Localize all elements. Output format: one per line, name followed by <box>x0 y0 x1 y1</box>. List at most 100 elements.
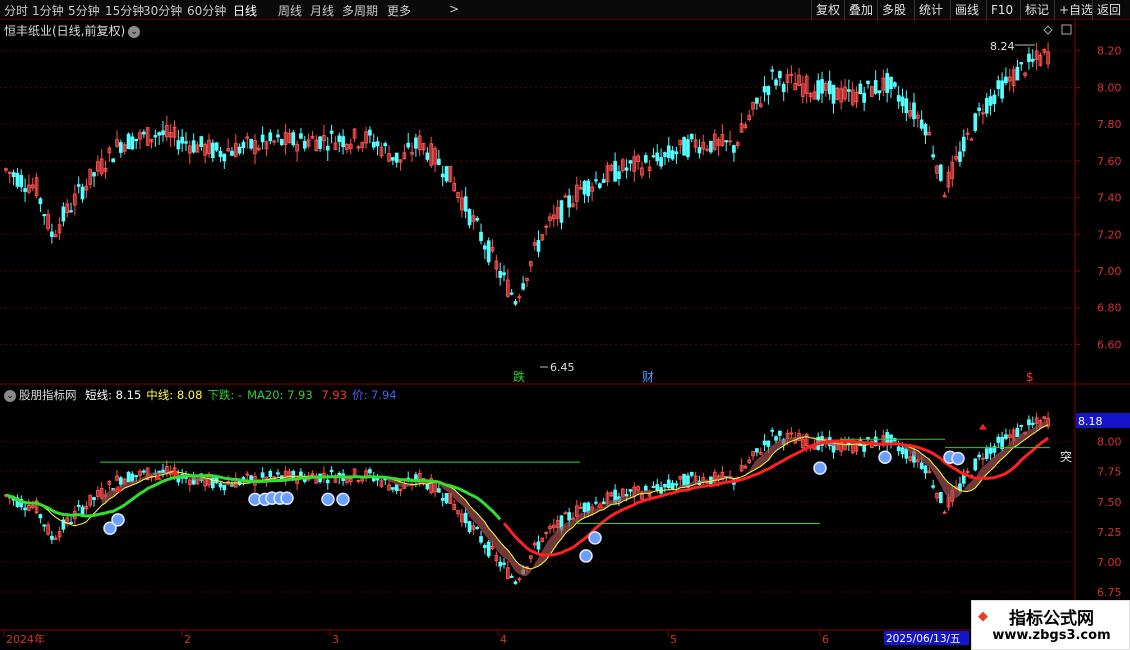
candle-body <box>218 483 223 488</box>
candle-body <box>762 86 767 93</box>
candle-body <box>586 180 591 197</box>
candle-body <box>1015 66 1020 81</box>
candle-body <box>517 296 522 299</box>
candle-body <box>302 140 307 149</box>
x-axis-label: 2024年 <box>6 632 45 646</box>
candle-body <box>126 471 131 483</box>
chevron-down-icon[interactable]: ⌄ <box>128 25 141 38</box>
candle-body <box>521 283 526 290</box>
candle-body <box>923 124 928 136</box>
candle-body <box>774 436 778 441</box>
candle-body <box>479 231 483 242</box>
sub-candles <box>4 412 1050 585</box>
breakout-label: 突 <box>1060 449 1072 464</box>
candle-body <box>498 270 503 278</box>
candle-body <box>119 477 123 485</box>
candle-body <box>567 195 571 208</box>
candle-body <box>674 151 679 155</box>
candle-body <box>728 140 732 143</box>
main-pane-title: 恒丰纸业(日线,前复权) ⌄ <box>4 22 141 39</box>
candle-body <box>463 196 468 212</box>
candle-body <box>299 133 303 139</box>
candle-body <box>536 541 541 550</box>
candle-body <box>912 102 916 120</box>
candle-body <box>440 173 445 178</box>
candle-body <box>984 97 989 114</box>
kline-chart[interactable]: 8.20 8.00 7.80 7.60 7.40 7.20 7.00 6.80 6.60 8.00… <box>0 0 1130 650</box>
candle-body <box>130 136 135 150</box>
chevron-down-icon[interactable]: ⌄ <box>4 389 16 402</box>
candle-body <box>996 436 1001 443</box>
candle-body <box>180 136 185 144</box>
candle-body <box>92 497 96 501</box>
candle-body <box>923 465 928 474</box>
candle-body <box>892 82 897 87</box>
candle-body <box>249 138 253 149</box>
signal-ball-icon <box>951 451 965 466</box>
sub-y-tick-label: 7.50 <box>1097 496 1122 509</box>
watermark-title: 指标公式网 <box>1009 609 1094 629</box>
x-axis-label: 3 <box>332 633 339 646</box>
candle-body <box>601 501 606 505</box>
candle-body <box>996 80 1001 89</box>
candle-body <box>992 94 997 104</box>
candle-body <box>705 148 709 151</box>
candle-body <box>199 136 204 147</box>
candle-body <box>356 479 361 482</box>
candle-body <box>383 143 388 147</box>
candle-body <box>670 150 675 160</box>
candle-body <box>486 541 491 557</box>
candle-body <box>80 186 85 200</box>
candle-body <box>789 73 794 76</box>
candle-body <box>517 578 522 581</box>
main-y-tick-label: 6.60 <box>1097 338 1122 351</box>
sub-y-tick-label: 7.25 <box>1097 526 1122 539</box>
candle-body <box>38 514 43 519</box>
main-y-tick-label: 7.40 <box>1097 192 1122 205</box>
candle-body <box>877 90 882 94</box>
candle-body <box>896 95 901 102</box>
candle-body <box>659 157 663 167</box>
signal-ball-icon <box>878 450 892 465</box>
candle-body <box>666 479 671 489</box>
x-axis-label: 5 <box>670 633 677 646</box>
event-marker-0: 跌 <box>513 369 525 384</box>
candle-body <box>961 136 966 152</box>
candle-body <box>778 71 782 79</box>
candle-body <box>919 119 924 129</box>
signal-ball-icon <box>280 491 294 505</box>
candle-body <box>628 489 633 492</box>
candle-body <box>563 512 568 515</box>
candle-body <box>467 521 472 533</box>
candle-body <box>222 484 227 491</box>
candle-body <box>889 434 893 443</box>
event-marker-2: $ <box>1026 370 1034 384</box>
candle-body <box>582 502 587 513</box>
candle-body <box>820 79 824 94</box>
candle-body <box>260 472 265 478</box>
main-y-tick-label: 7.60 <box>1097 155 1122 168</box>
signal-ball-icon <box>813 461 827 475</box>
candle-body <box>896 446 901 452</box>
candle-body <box>394 152 399 163</box>
candle-body <box>697 147 702 154</box>
signal-ball-icon <box>588 531 602 545</box>
candle-body <box>536 240 541 252</box>
candle-body <box>689 133 694 140</box>
candle-body <box>467 209 472 226</box>
indicator-header: ⌄ 股朋指标网 短线: 8.15 中线: 8.08 下跌: - MA20: 7.93 7… <box>4 387 397 403</box>
candle-body <box>1027 419 1031 426</box>
candle-body <box>931 154 935 158</box>
candle-body <box>325 145 330 151</box>
candle-body <box>624 493 629 497</box>
candle-body <box>724 140 729 143</box>
candle-body <box>900 447 905 455</box>
buy-arrow-icon <box>979 423 987 430</box>
main-y-tick-label: 7.00 <box>1097 265 1122 278</box>
candle-body <box>23 188 27 192</box>
candle-body <box>958 151 962 162</box>
candle-body <box>92 172 96 177</box>
candle-body <box>689 471 694 476</box>
candle-body <box>341 136 345 148</box>
candle-body <box>789 432 794 435</box>
